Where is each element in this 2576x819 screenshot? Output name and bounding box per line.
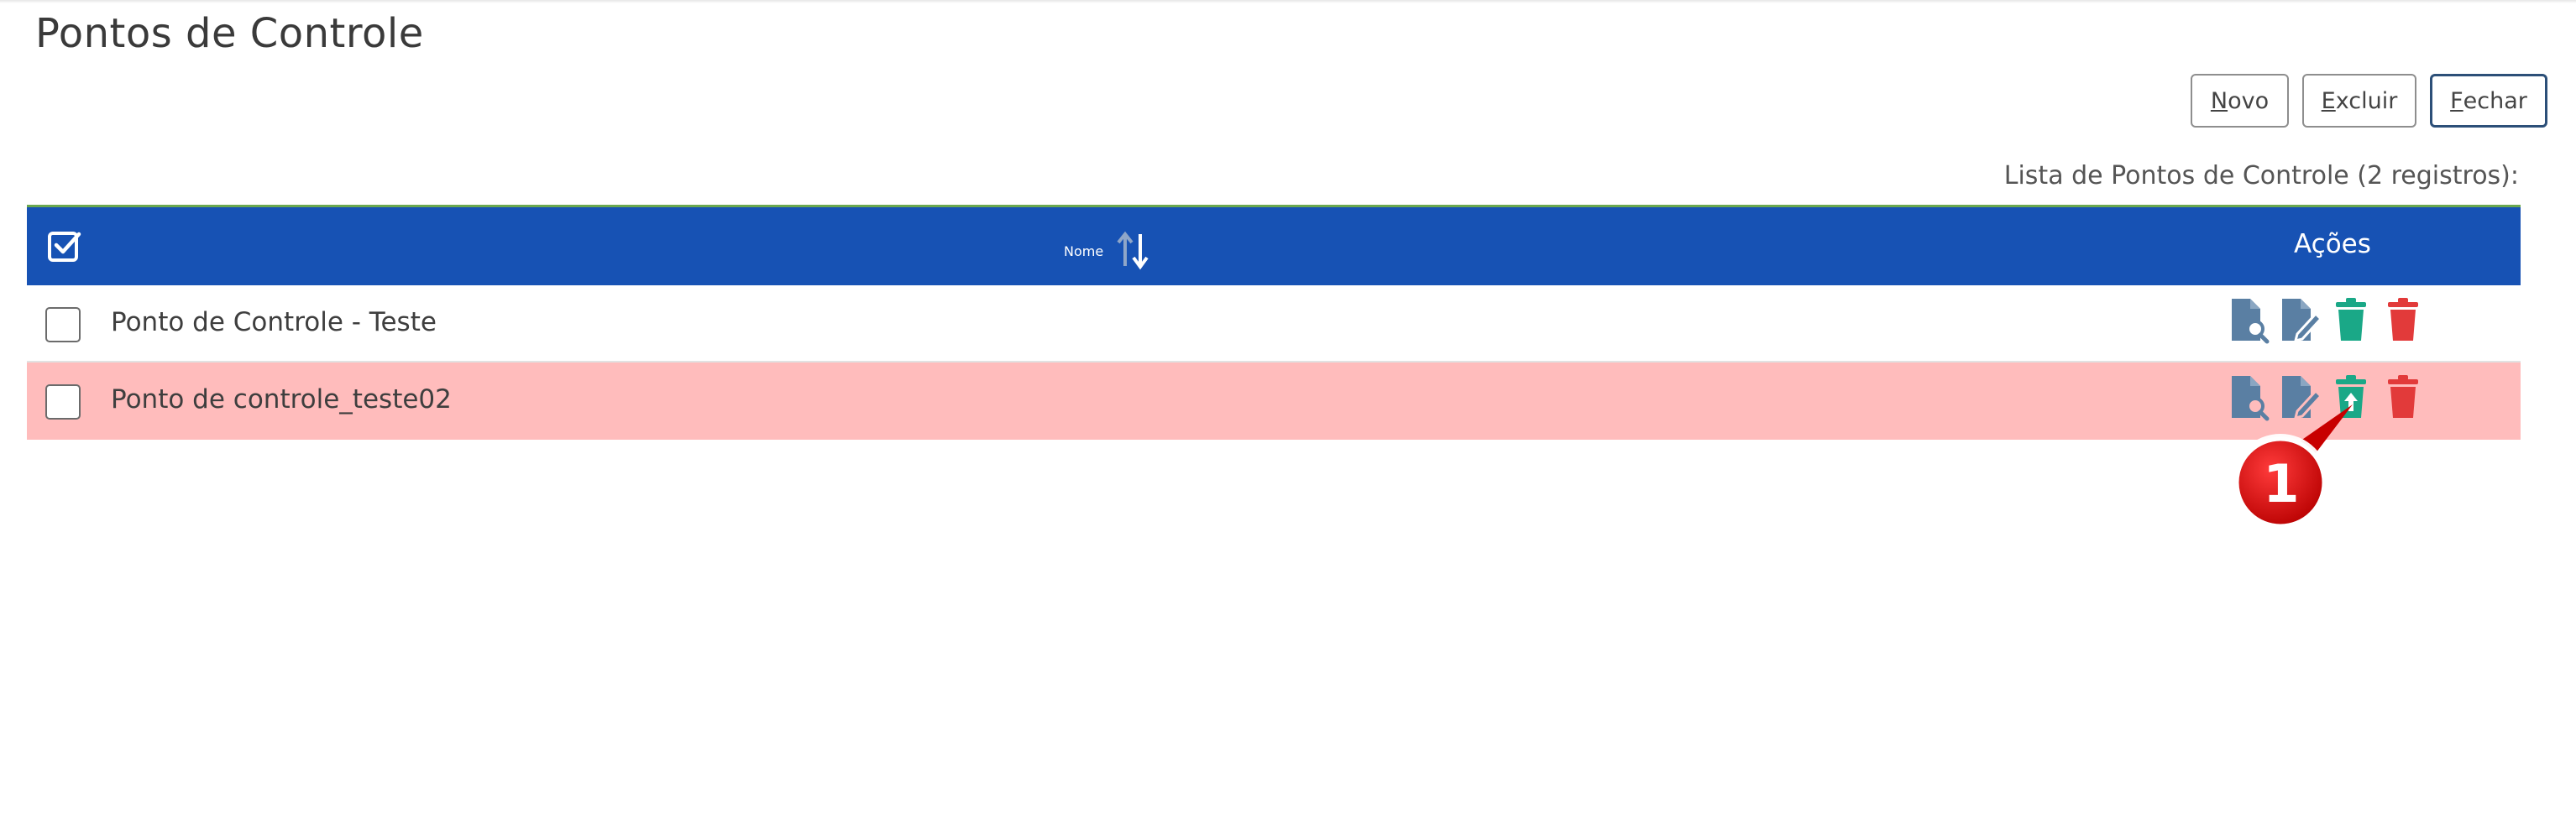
edit-document-icon[interactable] bbox=[2279, 297, 2322, 344]
trash-red-icon[interactable] bbox=[2383, 374, 2427, 421]
trash-green-icon[interactable] bbox=[2331, 297, 2374, 344]
list-caption: Lista de Pontos de Controle (2 registros… bbox=[2003, 161, 2519, 190]
column-nome-label: Nome bbox=[1064, 243, 1104, 259]
novo-button[interactable]: Novo bbox=[2191, 74, 2289, 128]
excluir-label-rest: xcluir bbox=[2335, 87, 2398, 114]
table-header: Nome Ações bbox=[27, 207, 2521, 285]
column-header-acoes: Ações bbox=[2294, 229, 2371, 259]
callout-number: 1 bbox=[2263, 453, 2300, 514]
novo-label-rest: ovo bbox=[2228, 87, 2270, 114]
fechar-accesskey: F bbox=[2450, 87, 2463, 114]
row-name: Ponto de controle_teste02 bbox=[111, 384, 452, 415]
view-document-icon[interactable] bbox=[2227, 297, 2270, 344]
column-header-nome[interactable]: Nome bbox=[1064, 231, 1152, 271]
excluir-accesskey: E bbox=[2321, 87, 2336, 114]
sort-icon[interactable] bbox=[1115, 231, 1152, 271]
row-name: Ponto de Controle - Teste bbox=[111, 307, 437, 337]
select-all-checkbox-icon[interactable] bbox=[47, 229, 82, 264]
novo-accesskey: N bbox=[2210, 87, 2228, 114]
table-row-highlighted: Ponto de controle_teste02 bbox=[27, 363, 2521, 440]
row-checkbox[interactable] bbox=[45, 307, 81, 342]
fechar-button[interactable]: Fechar bbox=[2430, 74, 2547, 128]
table-row: Ponto de Controle - Teste bbox=[27, 285, 2521, 363]
pontos-table: Nome Ações Ponto de Controle - Teste Pon… bbox=[27, 205, 2521, 440]
trash-red-icon[interactable] bbox=[2383, 297, 2427, 344]
row-checkbox[interactable] bbox=[45, 384, 81, 420]
excluir-button[interactable]: Excluir bbox=[2302, 74, 2416, 128]
page-title: Pontos de Controle bbox=[35, 10, 424, 57]
fechar-label-rest: echar bbox=[2463, 87, 2527, 114]
top-shadow bbox=[0, 0, 2576, 3]
